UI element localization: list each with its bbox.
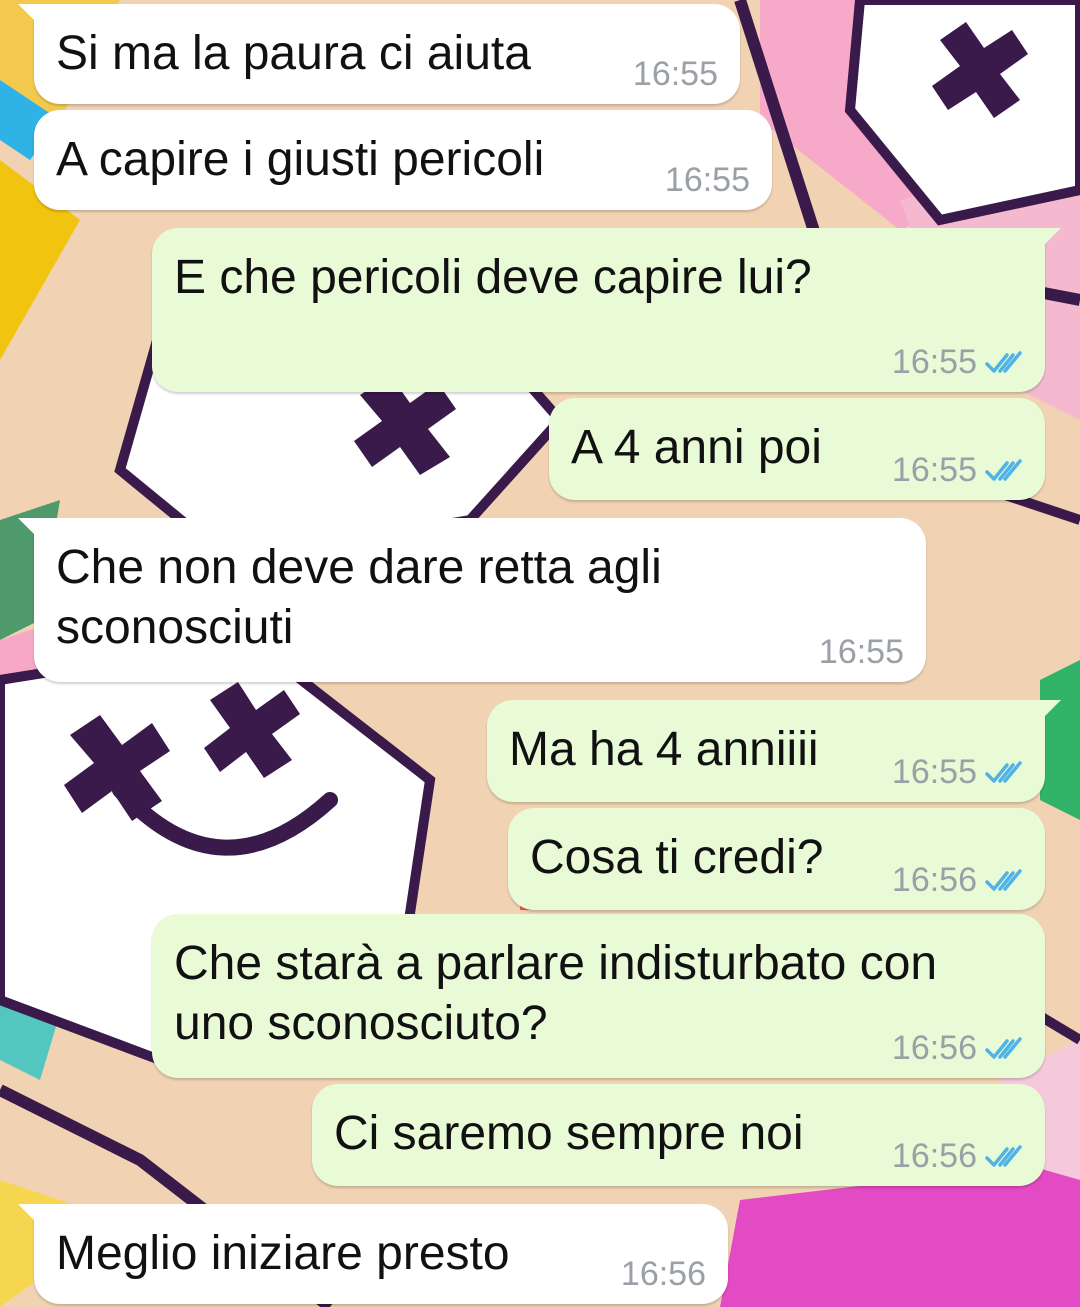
- message-bubble-incoming[interactable]: Che non deve dare retta agli sconosciuti…: [18, 518, 926, 682]
- message-timestamp: 16:56: [620, 1255, 706, 1293]
- chat-thread: Si ma la paura ci aiuta 16:55 A capire i…: [0, 0, 1080, 1307]
- message-timestamp: 16:56: [891, 1137, 977, 1175]
- message-timestamp: 16:55: [818, 633, 904, 671]
- message-bubble-outgoing[interactable]: Ma ha 4 anniiii 16:55: [487, 700, 1061, 802]
- message-timestamp: 16:55: [891, 451, 977, 489]
- message-text: Ci saremo sempre noi: [334, 1107, 804, 1160]
- double-check-read-icon: [985, 1036, 1022, 1059]
- message-meta: 16:55: [665, 161, 750, 200]
- message-bubble-incoming[interactable]: A capire i giusti pericoli 16:55: [34, 110, 772, 210]
- message-text-line: uno sconosciuto?: [174, 997, 548, 1050]
- message-bubble-outgoing[interactable]: Ci saremo sempre noi 16:56: [312, 1084, 1045, 1186]
- message-meta: 16:55: [892, 753, 1023, 792]
- message-timestamp: 16:55: [891, 343, 977, 381]
- double-check-read-icon: [985, 868, 1022, 891]
- message-bubble-outgoing[interactable]: Che starà a parlare indisturbato con uno…: [152, 914, 1045, 1078]
- message-timestamp: 16:56: [891, 861, 977, 899]
- message-bubble-incoming[interactable]: Si ma la paura ci aiuta 16:55: [18, 4, 740, 104]
- message-text-line: Che starà a parlare indisturbato con: [174, 937, 938, 990]
- message-meta: 16:55: [819, 633, 904, 672]
- message-timestamp: 16:56: [891, 1029, 977, 1067]
- message-meta: 16:55: [892, 451, 1023, 490]
- message-meta: 16:56: [892, 1137, 1023, 1176]
- message-bubble-outgoing[interactable]: A 4 anni poi 16:55: [549, 398, 1045, 500]
- message-timestamp: 16:55: [664, 161, 750, 199]
- message-text: A capire i giusti pericoli: [56, 133, 545, 186]
- message-timestamp: 16:55: [891, 753, 977, 791]
- message-text-line: sconosciuti: [56, 601, 294, 654]
- message-meta: 16:56: [892, 1029, 1023, 1068]
- message-bubble-incoming[interactable]: Meglio iniziare presto 16:56: [18, 1204, 728, 1304]
- message-meta: 16:55: [892, 343, 1023, 382]
- double-check-read-icon: [985, 458, 1022, 481]
- message-timestamp: 16:55: [632, 55, 718, 93]
- double-check-read-icon: [985, 760, 1022, 783]
- double-check-read-icon: [985, 350, 1022, 373]
- message-meta: 16:55: [633, 55, 718, 94]
- message-text: Ma ha 4 anniiii: [509, 723, 819, 776]
- message-text-line: Che non deve dare retta agli: [56, 541, 662, 594]
- message-text: A 4 anni poi: [571, 421, 822, 474]
- message-bubble-outgoing[interactable]: Cosa ti credi? 16:56: [508, 808, 1045, 910]
- message-text: Meglio iniziare presto: [56, 1227, 510, 1280]
- message-meta: 16:56: [892, 861, 1023, 900]
- message-text: Si ma la paura ci aiuta: [56, 27, 531, 80]
- message-text: Cosa ti credi?: [530, 831, 824, 884]
- message-bubble-outgoing[interactable]: E che pericoli deve capire lui? 16:55: [152, 228, 1061, 392]
- message-text: E che pericoli deve capire lui?: [174, 251, 812, 304]
- message-meta: 16:56: [621, 1255, 706, 1294]
- double-check-read-icon: [985, 1144, 1022, 1167]
